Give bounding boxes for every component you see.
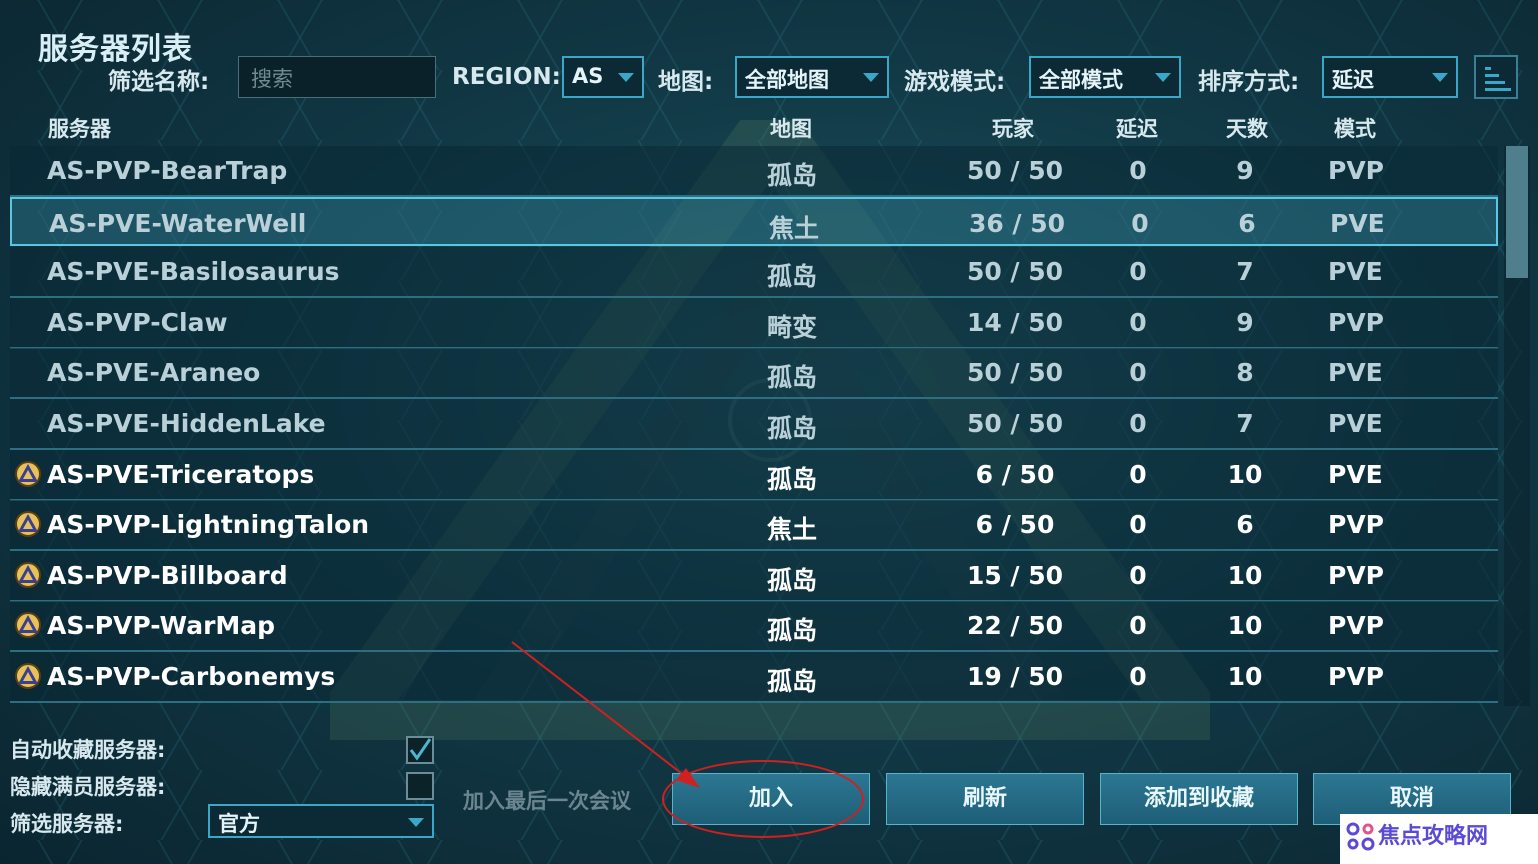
watermark-text: 焦点攻略网 bbox=[1378, 824, 1489, 849]
annotation-arrow bbox=[511, 641, 700, 788]
watermark-logo-icon bbox=[1346, 822, 1375, 851]
annotation-circle bbox=[662, 760, 864, 838]
site-watermark: 焦点攻略网 bbox=[1340, 814, 1538, 864]
